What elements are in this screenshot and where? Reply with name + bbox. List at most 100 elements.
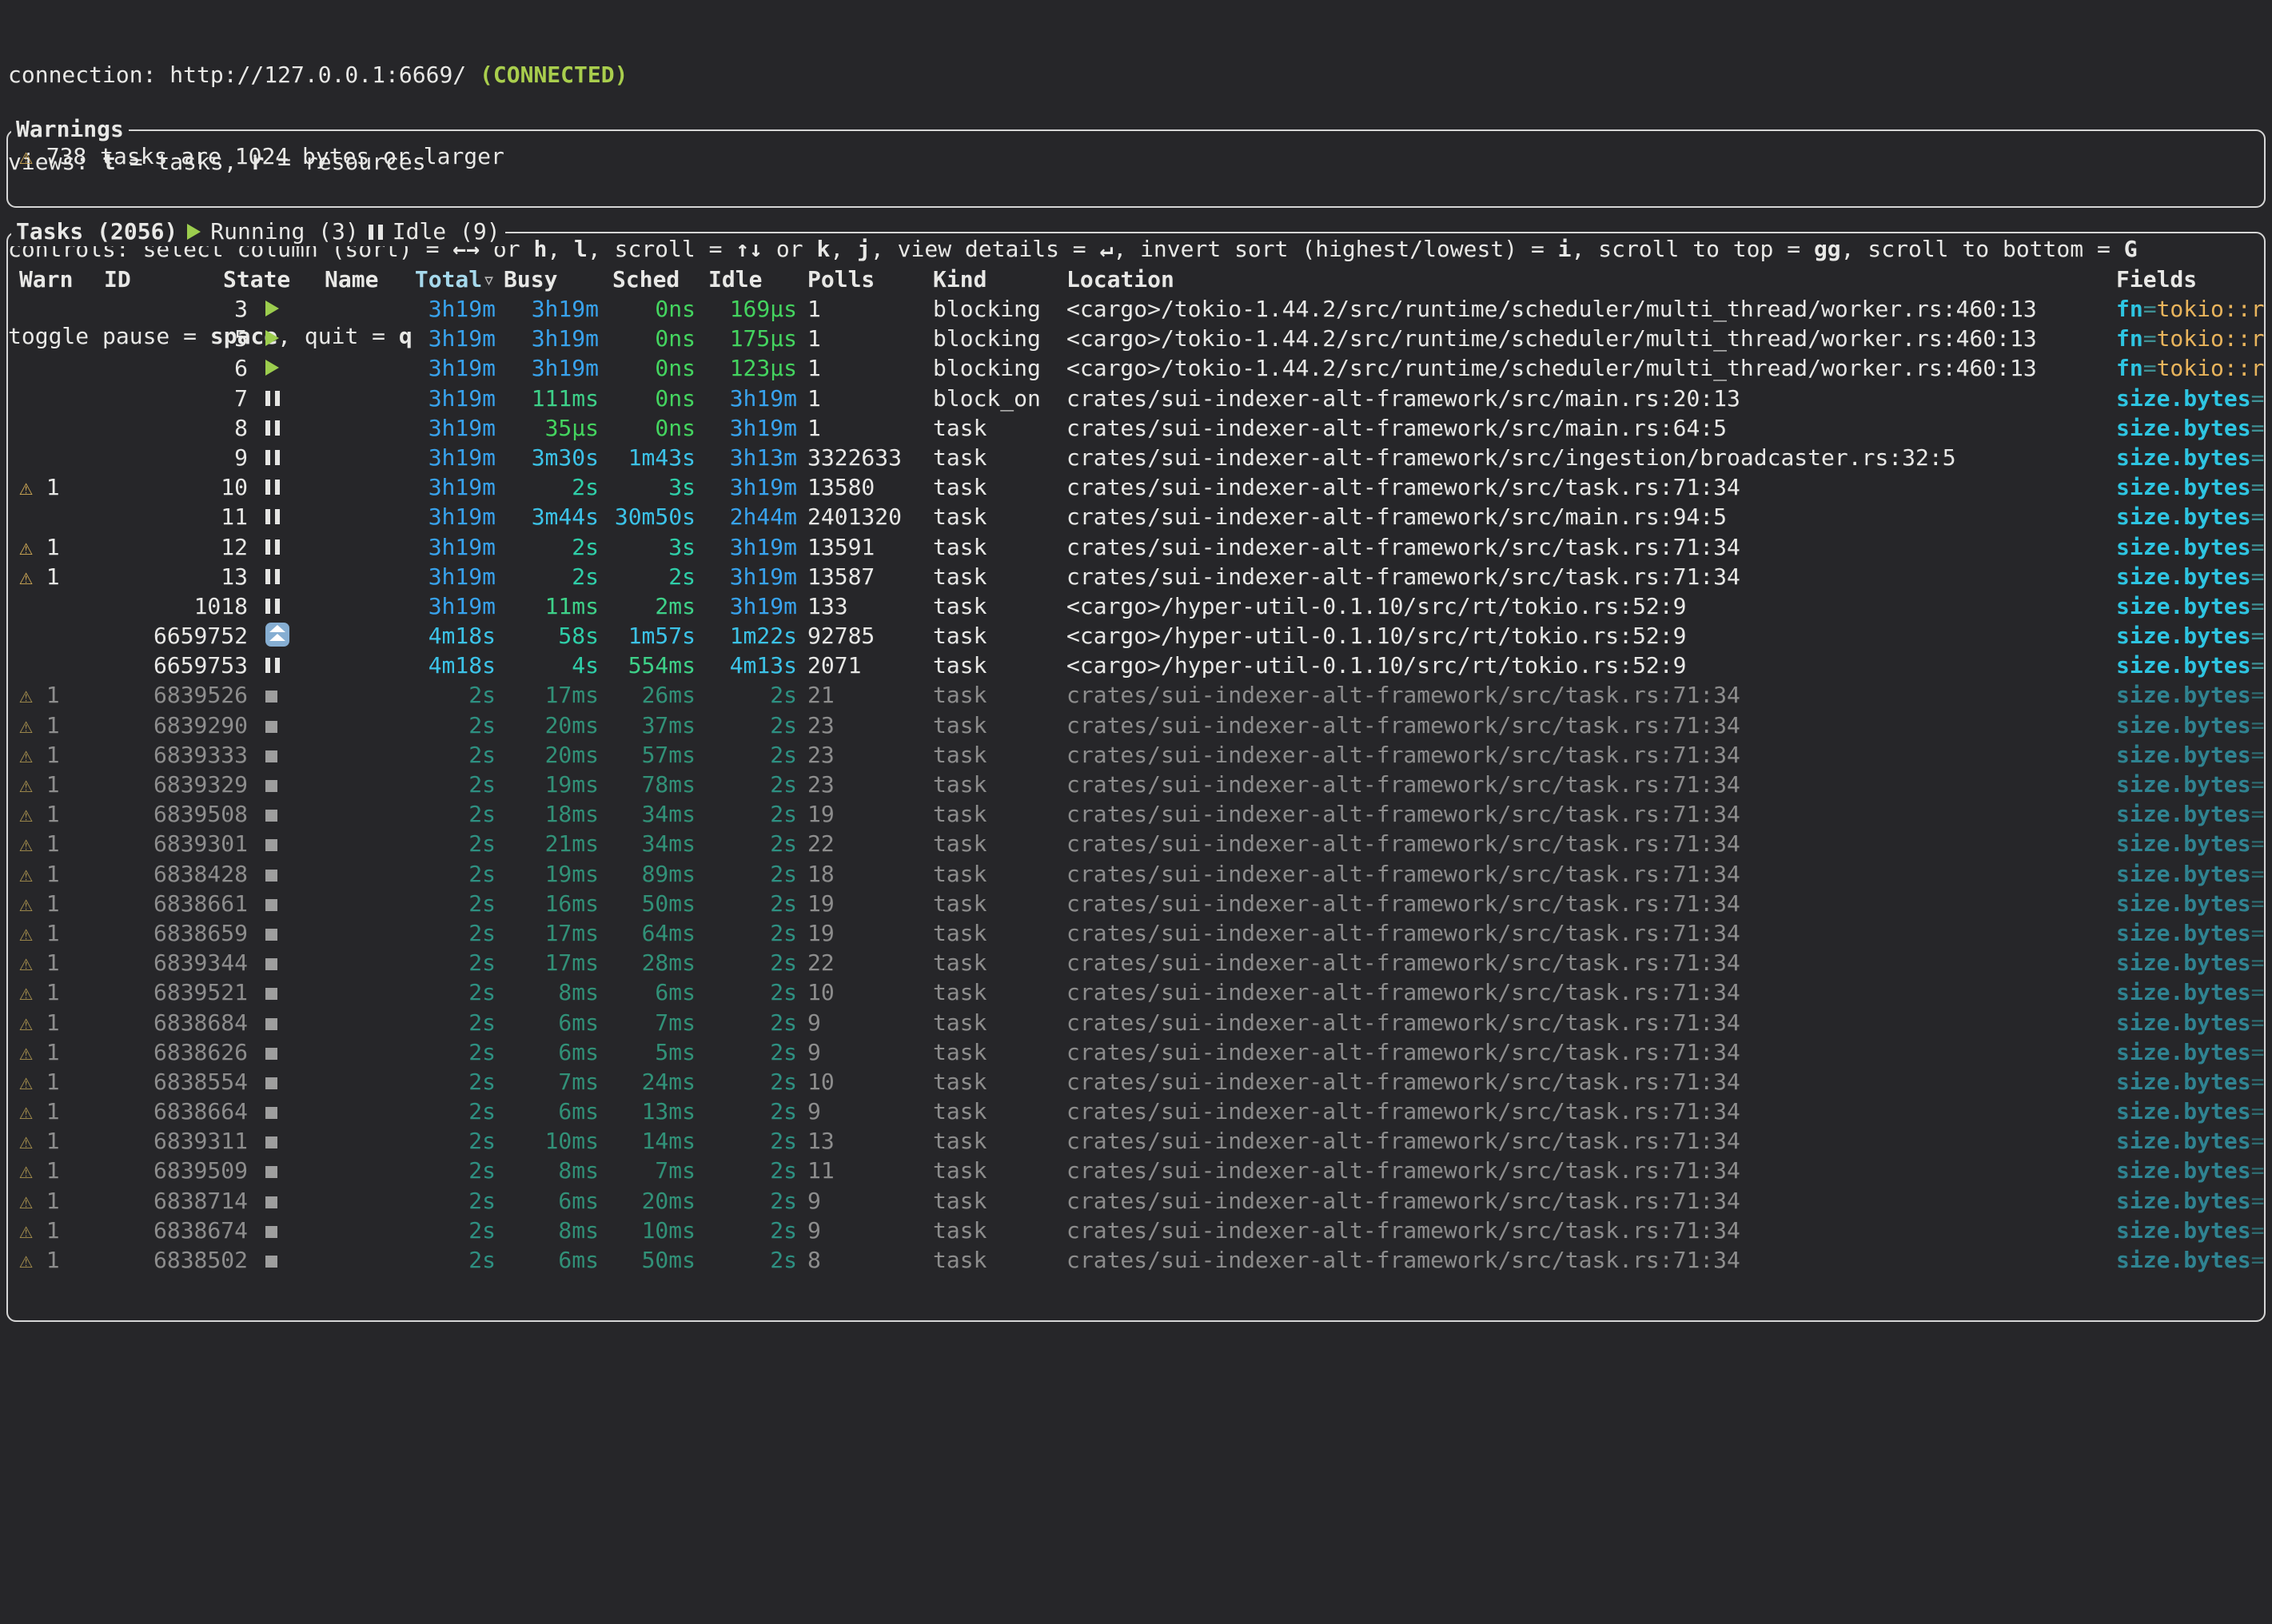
task-idle-time: 169µs xyxy=(708,295,797,324)
task-fields: size.bytes= xyxy=(2116,1068,2268,1097)
task-row[interactable]: ⚠ 1 6838664 2s 6ms 13ms 2s 9 task crates… xyxy=(8,1097,2264,1127)
task-location: crates/sui-indexer-alt-framework/src/tas… xyxy=(1066,533,2114,563)
task-row[interactable]: ⚠ 1 6838659 2s 17ms 64ms 2s 19 task crat… xyxy=(8,919,2264,949)
task-row[interactable]: ⚠ 11 3h19m 3m44s 30m50s 2h44m 2401320 ta… xyxy=(8,503,2264,532)
task-sched-time: 7ms xyxy=(612,1156,696,1186)
task-row[interactable]: ⚠ 1 6838661 2s 16ms 50ms 2s 19 task crat… xyxy=(8,890,2264,919)
tasks-panel: Tasks (2056) Running (3) Idle (9) Warn I… xyxy=(6,232,2266,1322)
column-header-warn[interactable]: Warn xyxy=(19,265,73,295)
column-header-total-sorted[interactable]: Total▿ xyxy=(401,265,496,295)
task-total-time: 4m18s xyxy=(401,622,496,651)
task-row[interactable]: ⚠ 1 12 3h19m 2s 3s 3h19m 13591 task crat… xyxy=(8,533,2264,563)
task-location: crates/sui-indexer-alt-framework/src/tas… xyxy=(1066,830,2114,859)
task-row[interactable]: ⚠ 1 6839333 2s 20ms 57ms 2s 23 task crat… xyxy=(8,741,2264,770)
task-polls: 9 xyxy=(807,1097,927,1127)
task-row[interactable]: ⚠ 9 3h19m 3m30s 1m43s 3h13m 3322633 task… xyxy=(8,444,2264,473)
column-header-fields[interactable]: Fields xyxy=(2116,265,2268,295)
task-row[interactable]: ⚠ 6659753 4m18s 4s 554ms 4m13s 2071 task… xyxy=(8,651,2264,681)
task-row[interactable]: ⚠ 1 6838684 2s 6ms 7ms 2s 9 task crates/… xyxy=(8,1009,2264,1038)
task-row[interactable]: ⚠ 8 3h19m 35µs 0ns 3h19m 1 task crates/s… xyxy=(8,414,2264,444)
task-kind: task xyxy=(933,830,1065,859)
task-polls: 19 xyxy=(807,890,927,919)
task-row[interactable]: ⚠ 1 6838714 2s 6ms 20ms 2s 9 task crates… xyxy=(8,1187,2264,1216)
task-row[interactable]: ⚠ 1 6839290 2s 20ms 37ms 2s 23 task crat… xyxy=(8,711,2264,741)
column-header-sched[interactable]: Sched xyxy=(612,265,680,295)
task-idle-time: 2s xyxy=(708,1156,797,1186)
task-total-time: 2s xyxy=(401,1068,496,1097)
task-sched-time: 554ms xyxy=(612,651,696,681)
task-fields: size.bytes= xyxy=(2116,444,2268,473)
task-busy-time: 2s xyxy=(504,533,599,563)
task-idle-time: 3h19m xyxy=(708,414,797,444)
task-polls: 1 xyxy=(807,354,927,384)
play-icon xyxy=(265,330,279,346)
task-busy-time: 3h19m xyxy=(504,324,599,354)
task-total-time: 2s xyxy=(401,1216,496,1246)
task-row[interactable]: ⚠ 5 3h19m 3h19m 0ns 175µs 1 blocking <ca… xyxy=(8,324,2264,354)
task-row[interactable]: ⚠ 1 6838674 2s 8ms 10ms 2s 9 task crates… xyxy=(8,1216,2264,1246)
task-fields: size.bytes= xyxy=(2116,414,2268,444)
task-row[interactable]: ⚠ 6 3h19m 3h19m 0ns 123µs 1 blocking <ca… xyxy=(8,354,2264,384)
row-warning-count: 1 xyxy=(46,771,60,798)
task-polls: 1 xyxy=(807,414,927,444)
column-header-location[interactable]: Location xyxy=(1066,265,2114,295)
task-total-time: 2s xyxy=(401,770,496,800)
task-sched-time: 89ms xyxy=(612,860,696,890)
tasks-table-body: ⚠ 3 3h19m 3h19m 0ns 169µs 1 blocking <ca… xyxy=(8,295,2264,1276)
task-busy-time: 3m44s xyxy=(504,503,599,532)
row-warning-icon: ⚠ xyxy=(19,861,33,887)
task-idle-time: 2s xyxy=(708,949,797,978)
task-row[interactable]: ⚠ 1 6839311 2s 10ms 14ms 2s 13 task crat… xyxy=(8,1127,2264,1156)
task-row[interactable]: ⚠ 7 3h19m 111ms 0ns 3h19m 1 block_on cra… xyxy=(8,384,2264,414)
task-location: crates/sui-indexer-alt-framework/src/tas… xyxy=(1066,681,2114,710)
task-idle-time: 2s xyxy=(708,1216,797,1246)
task-fields: size.bytes= xyxy=(2116,592,2268,622)
task-idle-time: 2s xyxy=(708,741,797,770)
task-row[interactable]: ⚠ 1 6839301 2s 21ms 34ms 2s 22 task crat… xyxy=(8,830,2264,859)
task-row[interactable]: ⚠ 1018 3h19m 11ms 2ms 3h19m 133 task <ca… xyxy=(8,592,2264,622)
column-header-polls[interactable]: Polls xyxy=(807,265,927,295)
task-row[interactable]: ⚠ 1 6838626 2s 6ms 5ms 2s 9 task crates/… xyxy=(8,1038,2264,1068)
row-warning-count: 1 xyxy=(46,890,60,917)
task-sched-time: 57ms xyxy=(612,741,696,770)
task-row[interactable]: ⚠ 1 6839521 2s 8ms 6ms 2s 10 task crates… xyxy=(8,978,2264,1008)
task-row[interactable]: ⚠ 1 6839526 2s 17ms 26ms 2s 21 task crat… xyxy=(8,681,2264,710)
stop-square-icon xyxy=(265,1226,277,1238)
task-idle-time: 2h44m xyxy=(708,503,797,532)
column-header-name[interactable]: Name xyxy=(325,265,378,295)
task-row[interactable]: ⚠ 1 6838428 2s 19ms 89ms 2s 18 task crat… xyxy=(8,860,2264,890)
task-row[interactable]: ⚠ 1 6838554 2s 7ms 24ms 2s 10 task crate… xyxy=(8,1068,2264,1097)
task-id: 10 xyxy=(96,473,248,503)
task-row[interactable]: ⚠ 1 10 3h19m 2s 3s 3h19m 13580 task crat… xyxy=(8,473,2264,503)
stop-square-icon xyxy=(265,691,277,703)
task-sched-time: 5ms xyxy=(612,1038,696,1068)
task-fields: size.bytes= xyxy=(2116,622,2268,651)
task-id: 6659753 xyxy=(96,651,248,681)
task-busy-time: 7ms xyxy=(504,1068,599,1097)
task-row[interactable]: ⚠ 6659752 4m18s 58s 1m57s 1m22s 92785 ta… xyxy=(8,622,2264,651)
task-state xyxy=(265,800,313,830)
column-header-state[interactable]: State xyxy=(223,265,290,295)
column-header-kind[interactable]: Kind xyxy=(933,265,1065,295)
task-total-time: 2s xyxy=(401,741,496,770)
task-state xyxy=(265,563,313,592)
task-state xyxy=(265,1246,313,1276)
task-total-time: 2s xyxy=(401,949,496,978)
task-row[interactable]: ⚠ 1 6839344 2s 17ms 28ms 2s 22 task crat… xyxy=(8,949,2264,978)
task-row[interactable]: ⚠ 1 6839329 2s 19ms 78ms 2s 23 task crat… xyxy=(8,770,2264,800)
column-header-idle[interactable]: Idle xyxy=(708,265,762,295)
task-row[interactable]: ⚠ 1 6838502 2s 6ms 50ms 2s 8 task crates… xyxy=(8,1246,2264,1276)
task-polls: 9 xyxy=(807,1009,927,1038)
task-row[interactable]: ⚠ 3 3h19m 3h19m 0ns 169µs 1 blocking <ca… xyxy=(8,295,2264,324)
task-row[interactable]: ⚠ 1 13 3h19m 2s 2s 3h19m 13587 task crat… xyxy=(8,563,2264,592)
task-id: 6838428 xyxy=(96,860,248,890)
task-kind: task xyxy=(933,651,1065,681)
task-row[interactable]: ⚠ 1 6839509 2s 8ms 7ms 2s 11 task crates… xyxy=(8,1156,2264,1186)
task-idle-time: 2s xyxy=(708,800,797,830)
column-header-busy[interactable]: Busy xyxy=(504,265,557,295)
column-header-id[interactable]: ID xyxy=(104,265,131,295)
task-state xyxy=(265,978,313,1008)
task-fields: size.bytes= xyxy=(2116,1009,2268,1038)
task-row[interactable]: ⚠ 1 6839508 2s 18ms 34ms 2s 19 task crat… xyxy=(8,800,2264,830)
task-total-time: 2s xyxy=(401,1038,496,1068)
